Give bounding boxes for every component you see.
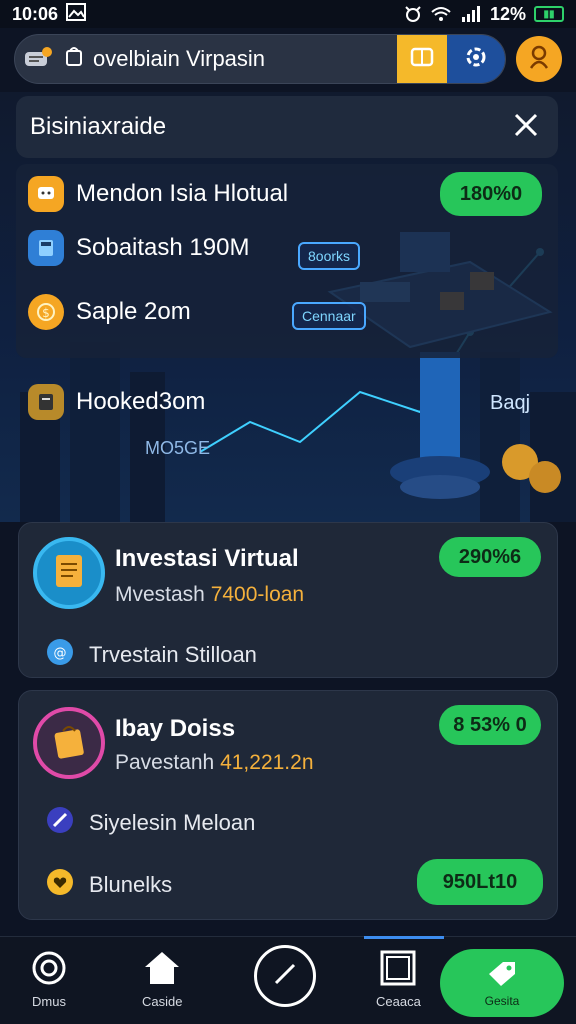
search-input[interactable]: ovelbiain Virpasin	[93, 46, 265, 72]
document-icon	[28, 384, 64, 420]
settings-button[interactable]	[447, 35, 505, 83]
home-icon	[142, 949, 182, 990]
nav-indicator	[364, 936, 444, 939]
map-button[interactable]	[397, 35, 447, 83]
card-2-badge: 8 53% 0	[439, 705, 541, 745]
search-bar[interactable]: ovelbiain Virpasin	[14, 34, 506, 84]
close-button[interactable]	[508, 109, 544, 145]
card-1-subtitle: Mvestash 7400-loan	[115, 583, 304, 607]
chat-icon[interactable]	[15, 35, 61, 83]
card-1-row[interactable]: @ Trvestain Stilloan	[45, 637, 257, 673]
signal-icon	[460, 5, 482, 23]
investment-card-2[interactable]: Ibay Doiss 8 53% 0 Pavestanh 41,221.2n S…	[18, 690, 558, 920]
card-1-row-label: Trvestain Stilloan	[89, 642, 257, 667]
coin-icon: $	[28, 294, 64, 330]
profile-icon	[527, 44, 551, 75]
card-2-row-1-label: Siyelesin Meloan	[89, 810, 256, 835]
status-left: 10:06	[12, 2, 87, 26]
hero-row-4-label: Hooked3om	[76, 388, 206, 415]
card-2-row-2-label: Blunelks	[89, 872, 173, 897]
battery-percent: 12%	[489, 3, 526, 24]
alarm-icon	[404, 5, 422, 23]
card-2-title: Ibay Doiss	[115, 715, 236, 742]
nav-item-3[interactable]: Ceaaca	[376, 949, 421, 1009]
chat-bubble-icon: @	[45, 637, 75, 673]
bag-icon	[65, 45, 83, 73]
square-icon	[378, 949, 418, 990]
hero-title: Bisiniaxraide	[30, 113, 167, 140]
search-input-wrap[interactable]: ovelbiain Virpasin	[61, 45, 397, 73]
hero-row-1[interactable]: Mendon Isia Hlotual	[28, 176, 288, 212]
map-icon	[410, 47, 434, 72]
hero-row-3[interactable]: $ Saple 2om	[28, 294, 191, 330]
compass-icon	[268, 957, 302, 996]
nav-compass-button[interactable]	[254, 945, 316, 1007]
bag-icon	[51, 721, 87, 766]
hero-header-card: Bisiniaxraide	[16, 96, 558, 158]
chat-icon	[28, 176, 64, 212]
nav-item-2[interactable]: Caside	[142, 949, 182, 1009]
close-icon	[512, 111, 540, 144]
card-2-subtitle: Pavestanh 41,221.2n	[115, 751, 314, 775]
card-2-action-button[interactable]: 950Lt10	[417, 859, 543, 905]
hero-row-1-label: Mendon Isia Hlotual	[76, 180, 289, 207]
status-bar: 10:06 12% ▮▮	[0, 0, 576, 28]
hero-row-2-label: Sobaitash 190M	[76, 234, 250, 261]
profile-button[interactable]	[516, 36, 562, 82]
card-2-subtitle-amount: 41,221.2n	[220, 751, 314, 774]
card-2-subtitle-prefix: Pavestanh	[115, 751, 221, 774]
hero-deco-label-2: Cennaar	[292, 302, 366, 330]
tag-icon	[485, 959, 519, 992]
camera-icon	[30, 949, 68, 990]
nav-item-1[interactable]: Dmus	[30, 949, 68, 1009]
card-1-subtitle-prefix: Mvestash	[115, 583, 211, 606]
svg-text:$: $	[42, 306, 50, 320]
status-right: 12% ▮▮	[404, 4, 564, 25]
nav-item-3-label: Ceaaca	[376, 994, 421, 1009]
card-2-row-2[interactable]: Blunelks	[45, 867, 172, 903]
nav-active-label: Gesita	[484, 993, 520, 1008]
card-2-avatar	[33, 707, 105, 779]
hero-banner: Bisiniaxraide 180%0 Mendon Isia Hlotual …	[0, 92, 576, 522]
nav-item-1-label: Dmus	[32, 994, 66, 1009]
card-1-title: Investasi Virtual	[115, 545, 299, 572]
card-1-badge: 290%6	[439, 537, 541, 577]
status-time: 10:06	[12, 3, 59, 24]
investment-card-1[interactable]: Investasi Virtual 290%6 Mvestash 7400-lo…	[18, 522, 558, 678]
card-1-avatar	[33, 537, 105, 609]
compass-icon	[45, 805, 75, 841]
hero-row-3-label: Saple 2om	[76, 298, 191, 325]
hero-row-4[interactable]: Hooked3om	[28, 384, 205, 420]
hero-deco-label-1: 8oorks	[298, 242, 361, 270]
bottom-nav: Dmus Caside Ceaaca Gesita	[0, 936, 576, 1024]
battery-icon: ▮▮	[534, 6, 564, 22]
calculator-icon	[28, 230, 64, 266]
hero-deco-label-4: MO5GE	[145, 438, 211, 458]
document-icon	[52, 551, 86, 596]
card-2-row-1[interactable]: Siyelesin Meloan	[45, 805, 255, 841]
nav-active-item[interactable]: Gesita	[440, 949, 564, 1017]
svg-text:@: @	[54, 646, 67, 661]
wifi-icon	[430, 5, 452, 23]
settings-icon	[463, 44, 489, 75]
hero-badge: 180%0	[440, 172, 542, 216]
image-icon	[66, 2, 87, 26]
heart-icon	[45, 867, 75, 903]
search-row: ovelbiain Virpasin	[14, 34, 562, 84]
hero-row-2[interactable]: Sobaitash 190M	[28, 230, 249, 266]
hero-deco-label-3: Baqj	[490, 392, 531, 414]
nav-item-2-label: Caside	[142, 994, 183, 1009]
card-1-subtitle-amount: 7400-loan	[210, 583, 305, 606]
